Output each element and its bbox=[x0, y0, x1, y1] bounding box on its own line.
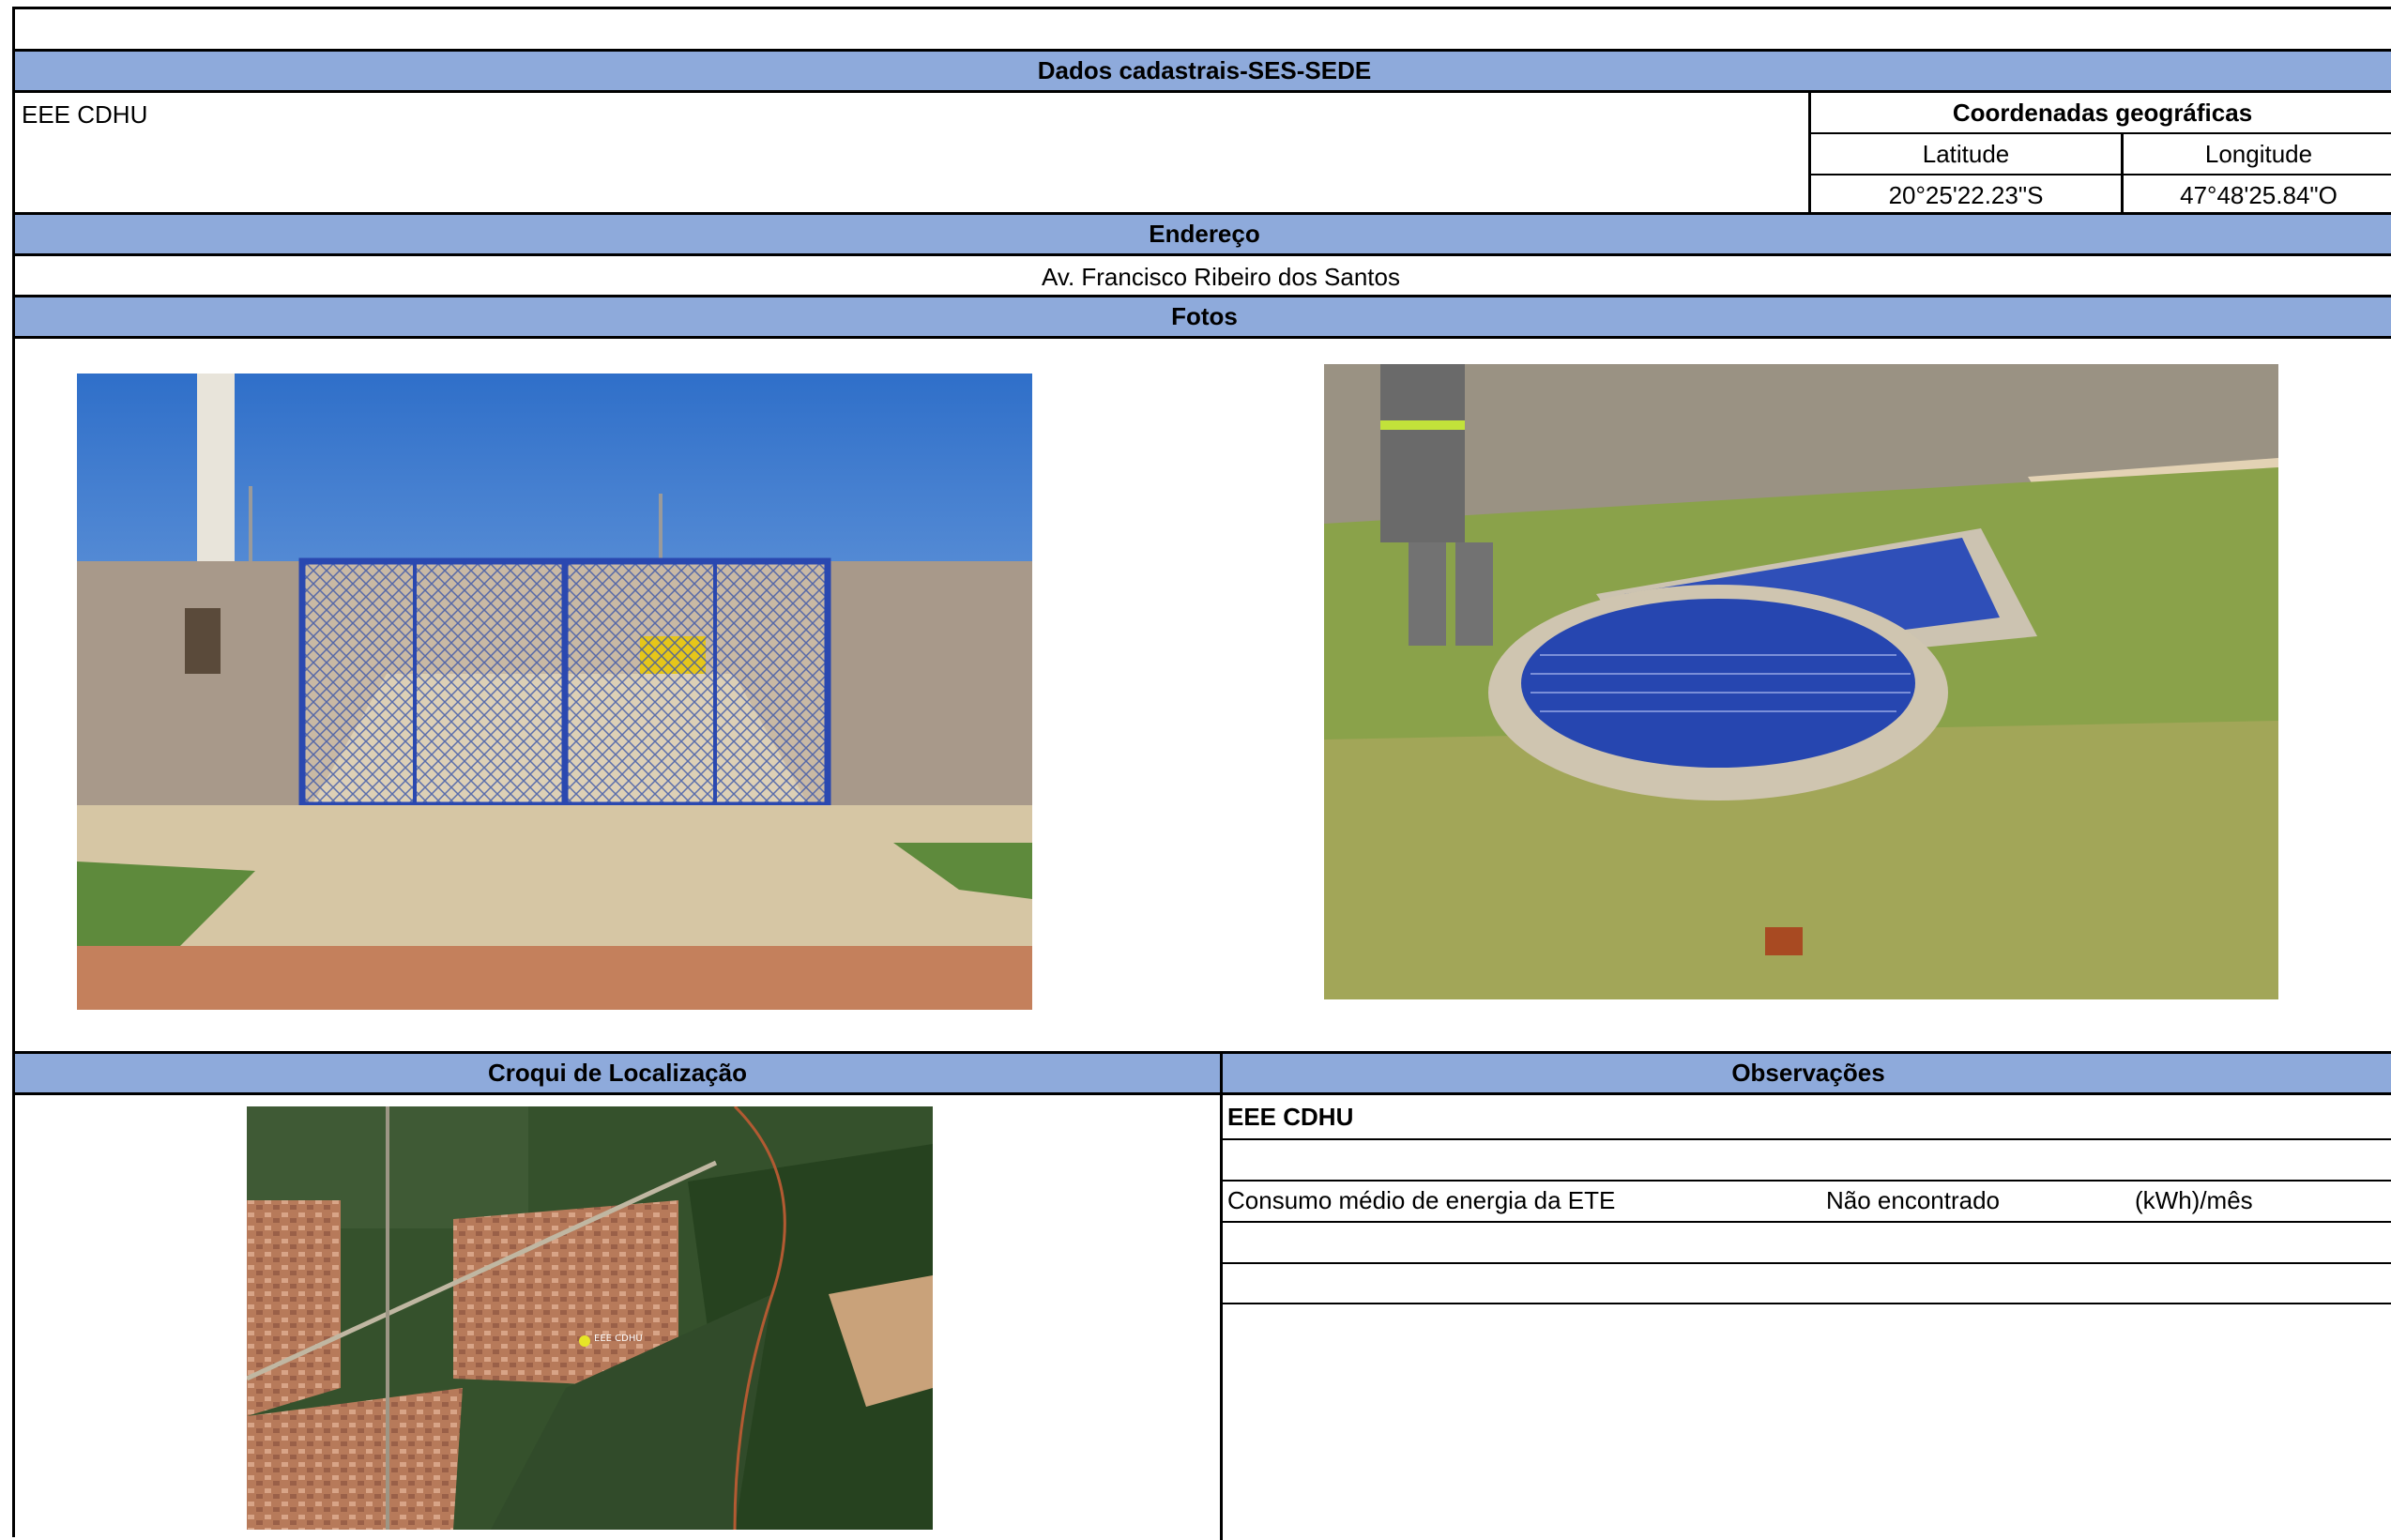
longitude-label: Longitude bbox=[2204, 139, 2313, 168]
address-value: Av. Francisco Ribeiro dos Santos bbox=[1042, 262, 1400, 291]
address-band: Endereço bbox=[15, 212, 2391, 256]
gate-photo-image bbox=[77, 374, 1032, 1010]
energy-unit: (kWh)/mês bbox=[2135, 1186, 2253, 1214]
header-title: Dados cadastrais-SES-SEDE bbox=[1037, 56, 1372, 84]
photo-gate bbox=[77, 374, 1032, 1010]
obs-line-4 bbox=[1223, 1262, 2391, 1264]
obs-line-1 bbox=[1223, 1138, 2391, 1140]
coordinates-heading: Coordenadas geográficas bbox=[1952, 98, 2253, 127]
latitude-label: Latitude bbox=[1922, 139, 2010, 168]
data-sheet: Dados cadastrais-SES-SEDE EEE CDHU Coord… bbox=[12, 7, 2391, 1540]
photos-band: Fotos bbox=[15, 295, 2391, 339]
sketch-heading: Croqui de Localização bbox=[488, 1059, 747, 1087]
sketch-obs-divider bbox=[1220, 1051, 1223, 1540]
facility-name: EEE CDHU bbox=[22, 100, 148, 129]
aerial-map-image: EEE CDHU bbox=[247, 1106, 933, 1530]
photos-heading: Fotos bbox=[1171, 302, 1238, 330]
energy-label: Consumo médio de energia da ETE bbox=[1227, 1186, 1616, 1214]
latitude-value: 20°25'22.23"S bbox=[1888, 180, 2044, 209]
obs-line-3 bbox=[1223, 1221, 2391, 1223]
map-marker-label: EEE CDHU bbox=[594, 1334, 643, 1344]
observations-title: EEE CDHU bbox=[1227, 1103, 1354, 1131]
longitude-value: 47°48'25.84"O bbox=[2180, 180, 2338, 209]
location-map: EEE CDHU bbox=[247, 1106, 933, 1530]
photo-manhole bbox=[1324, 364, 2278, 999]
observations-heading: Observações bbox=[1731, 1059, 1885, 1087]
obs-line-5 bbox=[1223, 1303, 2391, 1304]
manhole-photo-image bbox=[1324, 364, 2278, 999]
header-band: Dados cadastrais-SES-SEDE bbox=[15, 49, 2391, 93]
energy-value: Não encontrado bbox=[1826, 1186, 2001, 1214]
address-heading: Endereço bbox=[1149, 220, 1260, 248]
